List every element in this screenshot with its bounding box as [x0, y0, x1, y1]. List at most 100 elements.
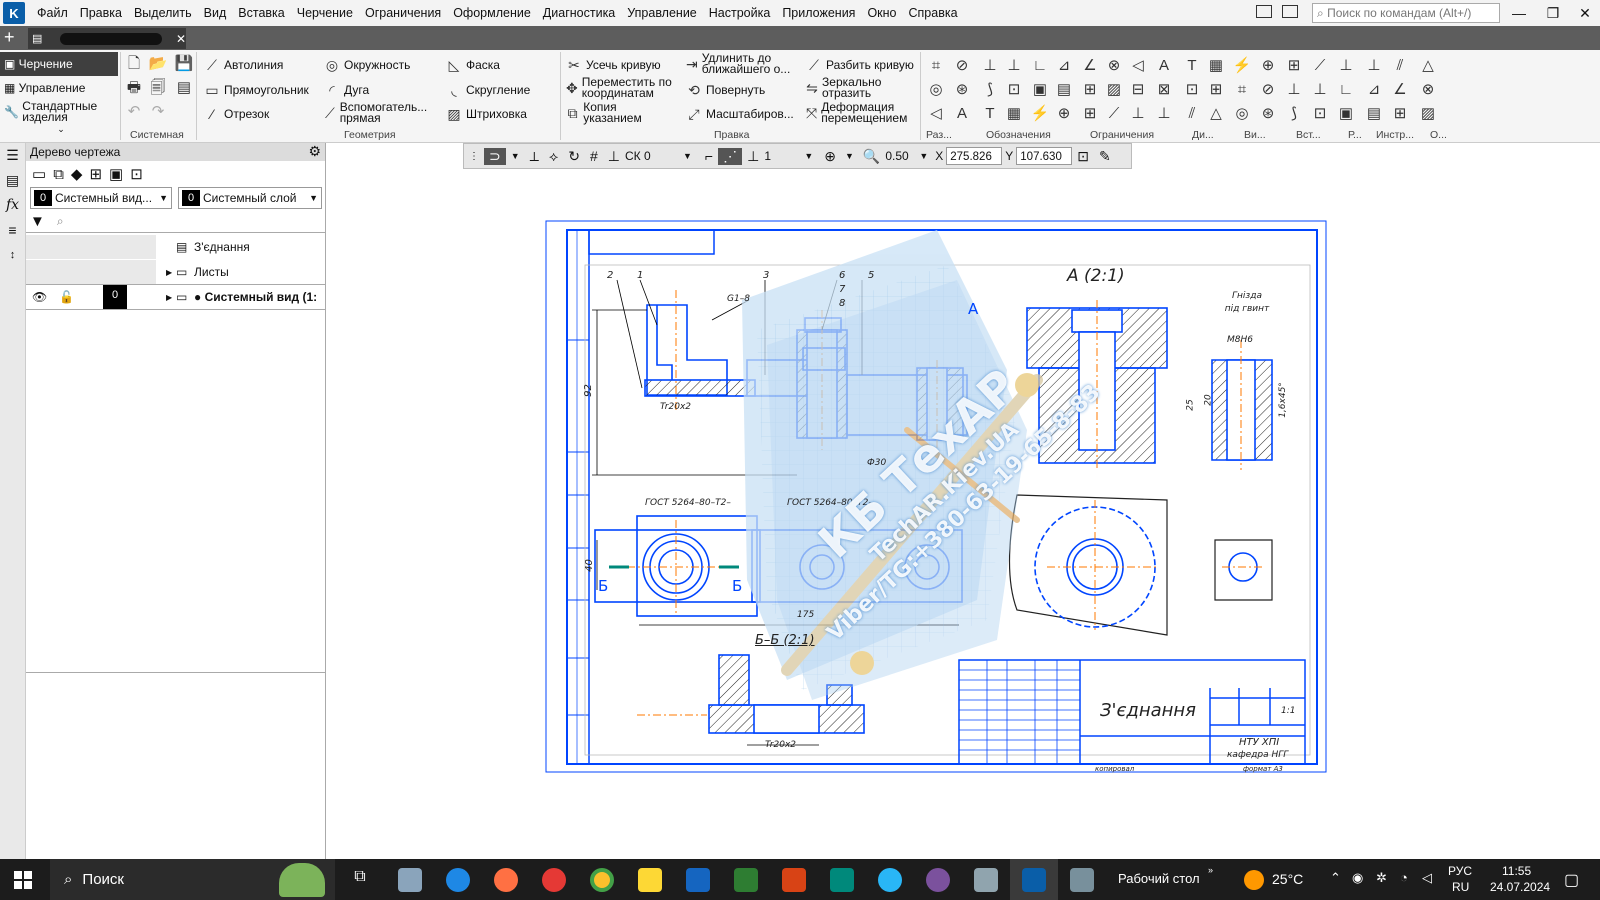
variables-icon[interactable]: fx — [0, 193, 25, 218]
toolbar-tool-icon[interactable]: ⟋ — [1104, 104, 1124, 124]
edge-icon[interactable] — [446, 868, 470, 892]
toolbar-tool-icon[interactable]: ◁ — [1128, 56, 1148, 76]
mirror-button[interactable]: ⇋ Зеркально отразить — [806, 76, 906, 99]
search-icon[interactable]: ⌕ — [57, 214, 64, 229]
document-tab[interactable]: ▤ ✕ — [28, 28, 186, 49]
toolbar-tool-icon[interactable]: ⫽ — [1390, 56, 1410, 76]
toolbar-tool-icon[interactable]: A — [952, 104, 972, 124]
coordinate-system-value[interactable]: СК 0 — [625, 149, 675, 163]
new-document-icon[interactable]: + — [4, 27, 15, 48]
coordinate-system-icon[interactable]: ⊥ — [603, 148, 625, 165]
toolbar-tool-icon[interactable]: ⊠ — [1154, 80, 1174, 100]
trim-curve-button[interactable]: ✂ Усечь кривую — [566, 57, 661, 73]
toolbar-tool-icon[interactable]: ⊞ — [1284, 56, 1304, 76]
grid-icon[interactable]: # — [585, 148, 603, 164]
move-coords-button[interactable]: ✥ Переместить по координатам — [566, 76, 682, 99]
menu-item[interactable]: Приложения — [776, 0, 861, 26]
weather-sun-icon[interactable] — [1244, 870, 1264, 890]
app-logo-icon[interactable]: K — [3, 2, 25, 24]
toolbar-tool-icon[interactable]: A — [1154, 56, 1174, 76]
app-icon-1[interactable] — [398, 868, 422, 892]
tree-item-sheets[interactable]: ▶ ▭ Листы — [26, 260, 325, 284]
open-file-icon[interactable]: 📂 — [148, 54, 168, 74]
mode-drawing[interactable]: ▣ Черчение — [0, 52, 118, 76]
viber-icon[interactable] — [926, 868, 950, 892]
insert-icon[interactable]: ⊡ — [130, 165, 143, 183]
toolbar-tool-icon[interactable]: ▤ — [1054, 80, 1074, 100]
toolbar-tool-icon[interactable]: ⊥ — [1336, 56, 1356, 76]
snap-toggle-icon[interactable]: ⋰ — [718, 147, 743, 165]
toolbar-tool-icon[interactable]: ▤ — [1364, 104, 1384, 124]
chevron-icon[interactable]: » — [1208, 865, 1213, 875]
wifi-icon[interactable]: ◔ — [1400, 870, 1408, 885]
group-icon[interactable]: ⊞ — [89, 165, 102, 183]
firefox-icon[interactable] — [494, 868, 518, 892]
scale-button[interactable]: ⤢ Масштабиров... — [686, 106, 793, 122]
eraser-icon[interactable]: ◆ — [71, 165, 83, 183]
menu-item[interactable]: Управление — [621, 0, 703, 26]
toolbar-tool-icon[interactable]: ⊥ — [1310, 80, 1330, 100]
notifications-icon[interactable]: ▢ — [1564, 870, 1579, 890]
toolbar-tool-icon[interactable]: ⊥ — [1128, 104, 1148, 124]
menu-item[interactable]: Диагностика — [537, 0, 621, 26]
toolbar-tool-icon[interactable]: ⊥ — [1284, 80, 1304, 100]
deform-button[interactable]: ⤧ Деформация перемещением — [806, 101, 918, 124]
copy-button[interactable]: ⧉ Копия указанием — [566, 101, 662, 124]
zoom-window-icon[interactable]: ⊕ — [819, 148, 841, 165]
volume-icon[interactable]: ◁ — [1422, 870, 1432, 886]
properties-panel-icon[interactable]: ▤ — [0, 168, 25, 193]
toolbar-tool-icon[interactable]: ⚡ — [1030, 104, 1050, 124]
toolbar-tool-icon[interactable]: △ — [1206, 104, 1226, 124]
toolbar-tool-icon[interactable]: ⊗ — [1418, 80, 1438, 100]
snap-icon[interactable]: ⟂ — [525, 148, 544, 165]
view-select[interactable]: 0 Системный вид... ▼ — [30, 187, 172, 209]
toolbar-tool-icon[interactable]: ▨ — [1418, 104, 1438, 124]
toolbar-tool-icon[interactable]: ⟋ — [1310, 56, 1330, 76]
autoline-button[interactable]: ⟋ Автолиния — [204, 57, 283, 73]
toolbar-tool-icon[interactable]: ⊘ — [952, 56, 972, 76]
rectangle-button[interactable]: ▭ Прямоугольник — [204, 82, 308, 98]
maximize-button[interactable]: ❐ — [1536, 0, 1570, 26]
round-icon[interactable]: ↻ — [563, 148, 585, 165]
layout-icon[interactable] — [1282, 5, 1298, 18]
toolbar-tool-icon[interactable]: ▦ — [1206, 56, 1226, 76]
tree-item-system-view[interactable]: 👁 🔓 0 ▶ ▭ ● Системный вид (1: — [26, 285, 325, 309]
powerpoint-icon[interactable] — [782, 868, 806, 892]
step-value[interactable]: 1 — [764, 149, 798, 163]
excel-icon[interactable] — [734, 868, 758, 892]
minimize-button[interactable]: — — [1502, 0, 1536, 26]
chrome-icon[interactable] — [590, 868, 614, 892]
command-search-input[interactable]: ⌕ Поиск по командам (Alt+/) — [1312, 3, 1500, 23]
dropdown-arrow-icon[interactable]: ▼ — [506, 151, 525, 161]
rotate-button[interactable]: ⟲ Повернуть — [686, 82, 765, 98]
menu-item[interactable]: Вид — [198, 0, 233, 26]
settings-gear-icon[interactable]: ⚙ — [308, 143, 321, 160]
chamfer-button[interactable]: ◺ Фаска — [446, 57, 500, 73]
dropdown-arrow-icon[interactable]: ▼ — [798, 151, 819, 161]
ortho-icon[interactable]: ⌐ — [700, 148, 718, 164]
toolbar-tool-icon[interactable]: ▣ — [1336, 104, 1356, 124]
menu-item[interactable]: Черчение — [291, 0, 359, 26]
start-windows-icon[interactable] — [14, 871, 32, 889]
y-coordinate[interactable]: 107.630 — [1016, 147, 1073, 165]
menu-item[interactable]: Ограничения — [359, 0, 447, 26]
toolbar-tool-icon[interactable]: ⊞ — [1206, 80, 1226, 100]
toolbar-tool-icon[interactable]: ⊡ — [1004, 80, 1024, 100]
close-button[interactable]: ✕ — [1568, 0, 1600, 26]
sequence-icon[interactable]: ↕ — [0, 243, 25, 268]
opera-icon[interactable] — [542, 868, 566, 892]
toolbar-tool-icon[interactable]: ⌗ — [926, 56, 946, 76]
cad-viewer-icon[interactable] — [974, 868, 998, 892]
toolbar-tool-icon[interactable]: ▨ — [1104, 80, 1124, 100]
expand-chevron-icon[interactable]: ⌄ — [0, 124, 118, 134]
telegram-icon[interactable] — [878, 868, 902, 892]
image-icon[interactable]: ▣ — [109, 165, 123, 183]
toolbar-tool-icon[interactable]: ◁ — [926, 104, 946, 124]
arc-button[interactable]: ◜ Дуга — [324, 82, 369, 98]
toolbar-tool-icon[interactable]: T — [1182, 56, 1202, 76]
lock-icon[interactable]: 🔓 — [59, 290, 74, 304]
aux-line-button[interactable]: ⟋ Вспомогатель... прямая — [324, 101, 436, 124]
dropdown-arrow-icon[interactable]: ▼ — [675, 151, 700, 161]
toolbar-tool-icon[interactable]: ⊥ — [1004, 56, 1024, 76]
toolbar-tool-icon[interactable]: ⊿ — [1054, 56, 1074, 76]
